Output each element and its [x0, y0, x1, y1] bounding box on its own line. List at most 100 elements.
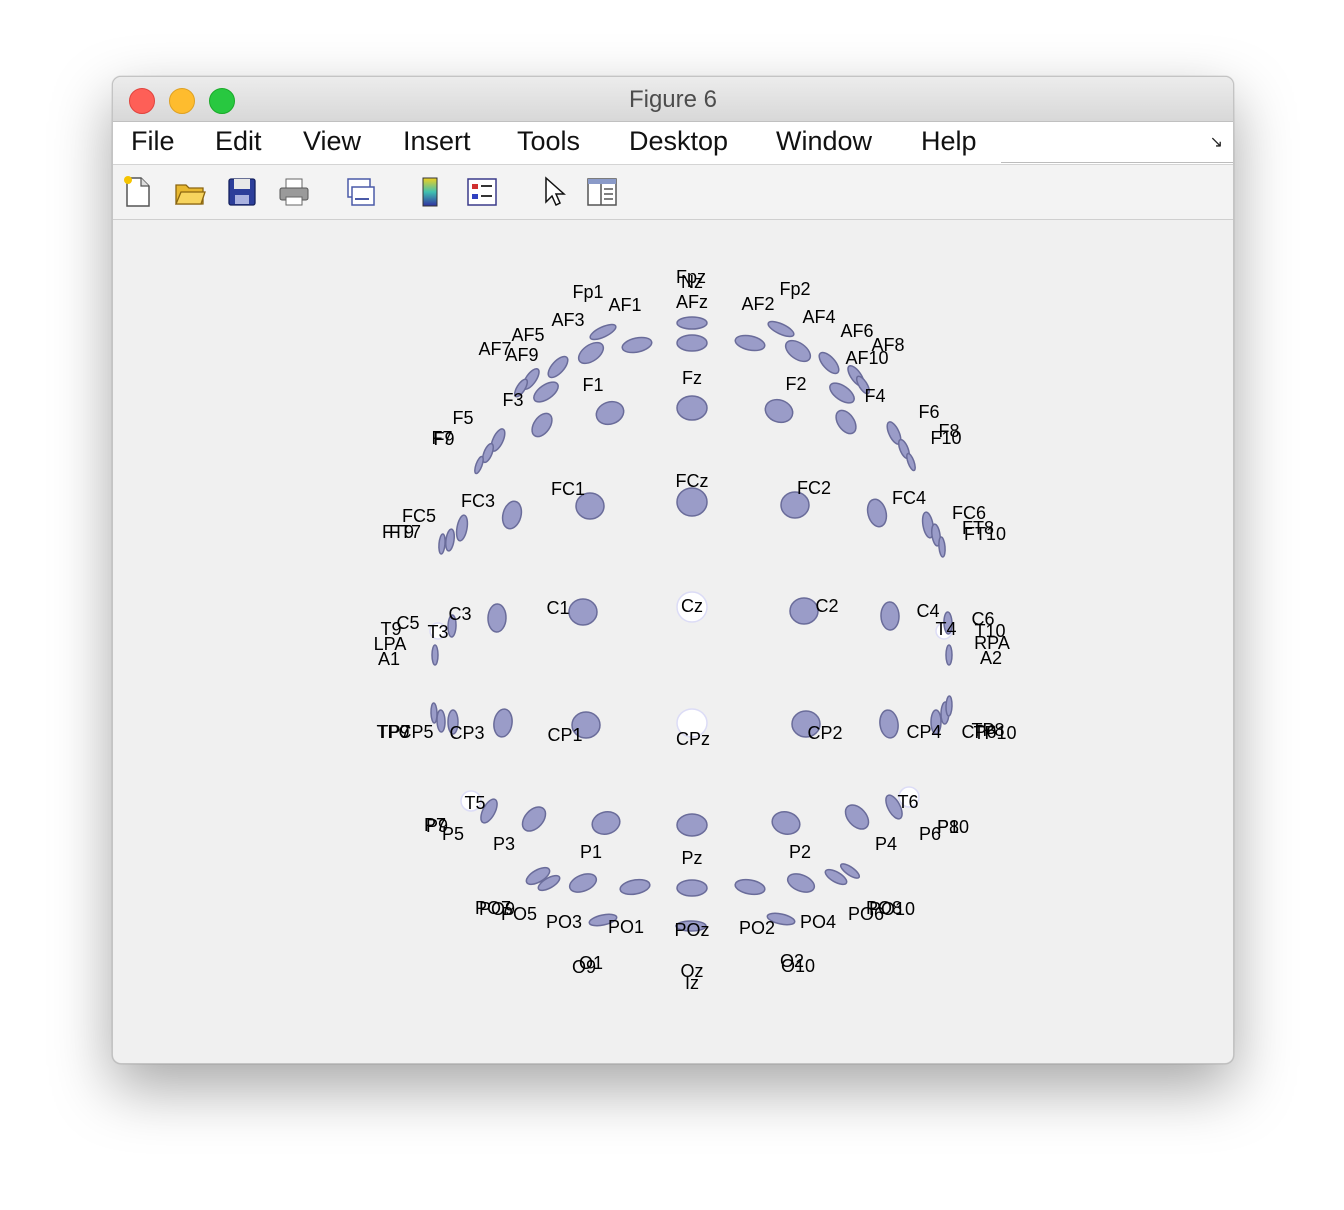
electrode-marker[interactable] [567, 870, 599, 895]
plot-area[interactable]: Fpz Nz AFz Fp1 AF1 AF2 Fp2 AF3 AF4 AF5 AF6 AF7 AF9 AF… [113, 220, 1233, 1063]
electrode-marker[interactable] [575, 338, 607, 367]
electrode-label-cp5: CP5 [398, 722, 433, 742]
electrode-marker[interactable] [841, 801, 873, 834]
electrode-label-af3: AF3 [551, 310, 584, 330]
menu-file[interactable]: File [131, 126, 175, 157]
electrode-marker[interactable] [734, 333, 766, 353]
electrode-label-c1: C1 [546, 598, 569, 618]
electrode-marker[interactable] [734, 878, 766, 897]
menu-insert[interactable]: Insert [403, 126, 471, 157]
electrode-label-f1: F1 [582, 375, 603, 395]
electrode-marker[interactable] [766, 319, 796, 340]
electrode-label-fc2: FC2 [797, 478, 831, 498]
menu-edit[interactable]: Edit [215, 126, 262, 157]
electrode-layout-plot[interactable]: FpzNzAFzFp1AF1 AF2Fp2AF3 AF4AF5 AF6AF7AF9 AF… [113, 220, 1233, 1063]
electrode-label-fc1: FC1 [551, 479, 585, 499]
electrode-label-nz: Nz [681, 272, 703, 292]
electrode-label-ft9: FT9 [382, 522, 414, 542]
link-plot-icon[interactable] [343, 175, 377, 209]
electrode-marker[interactable] [676, 813, 708, 837]
electrode-marker[interactable] [473, 455, 485, 475]
electrode-marker[interactable] [676, 334, 708, 352]
electrode-marker[interactable] [455, 514, 469, 542]
new-figure-icon[interactable] [121, 175, 155, 209]
electrode-label-fz: Fz [682, 368, 702, 388]
electrode-label-p1: P1 [580, 842, 602, 862]
electrode-label-p2: P2 [789, 842, 811, 862]
electrode-marker[interactable] [827, 379, 858, 407]
menu-bar: File Edit View Insert Tools Desktop Wind… [113, 122, 1233, 165]
electrode-label-cpz: CPz [676, 729, 710, 749]
electrode-label-af6: AF6 [840, 321, 873, 341]
electrode-marker[interactable] [568, 598, 598, 626]
electrode-marker[interactable] [865, 497, 890, 529]
electrode-label-ft10: FT10 [964, 524, 1006, 544]
electrode-label-iz: Iz [685, 973, 699, 993]
legend-icon[interactable] [465, 175, 499, 209]
electrode-marker[interactable] [445, 528, 456, 552]
electrode-label-f6: F6 [918, 402, 939, 422]
electrode-marker[interactable] [676, 395, 708, 421]
title-bar[interactable]: Figure 6 [113, 77, 1233, 122]
electrode-marker[interactable] [770, 809, 803, 837]
electrode-marker[interactable] [500, 499, 525, 531]
electrode-marker[interactable] [676, 879, 708, 897]
electrode-marker[interactable] [619, 878, 651, 897]
electrode-marker[interactable] [789, 597, 819, 625]
electrode-marker[interactable] [878, 709, 900, 739]
electrode-label-f5: F5 [452, 408, 473, 428]
electrode-marker[interactable] [492, 708, 514, 738]
menu-desktop[interactable]: Desktop [629, 126, 728, 157]
pointer-icon[interactable] [537, 175, 571, 209]
electrode-label-o10: O10 [781, 956, 815, 976]
electrode-marker[interactable] [593, 398, 627, 428]
electrode-marker[interactable] [487, 603, 507, 633]
electrode-marker[interactable] [762, 396, 796, 426]
electrode-label-af10: AF10 [845, 348, 888, 368]
electrode-marker[interactable] [438, 533, 446, 555]
electrode-marker[interactable] [785, 870, 817, 895]
electrode-label-po10: PO10 [869, 899, 915, 919]
property-inspector-icon[interactable] [585, 175, 619, 209]
figure-window: Figure 6 File Edit View Insert Tools Des… [112, 76, 1234, 1064]
colorbar-icon[interactable] [413, 175, 447, 209]
electrode-marker[interactable] [945, 644, 953, 666]
electrode-label-pz: Pz [681, 848, 702, 868]
electrode-marker[interactable] [676, 487, 708, 517]
print-icon[interactable] [277, 175, 311, 209]
electrode-label-p10: P10 [937, 817, 969, 837]
menu-tools[interactable]: Tools [517, 126, 580, 157]
electrode-label-afz: AFz [676, 292, 708, 312]
electrode-label-af9: AF9 [505, 345, 538, 365]
electrode-marker[interactable] [436, 709, 446, 733]
electrode-marker[interactable] [431, 644, 439, 666]
electrode-marker[interactable] [528, 410, 556, 440]
electrode-marker[interactable] [782, 336, 814, 365]
menu-view[interactable]: View [303, 126, 361, 157]
electrode-marker[interactable] [676, 316, 708, 330]
electrode-marker[interactable] [945, 695, 953, 717]
dock-arrow-icon[interactable]: ↘ [1210, 132, 1223, 152]
electrode-label-t4: T4 [935, 619, 956, 639]
electrode-marker[interactable] [588, 322, 618, 343]
electrode-label-f9: F9 [433, 429, 454, 449]
electrode-marker[interactable] [621, 335, 653, 355]
save-icon[interactable] [225, 175, 259, 209]
electrode-label-fc4: FC4 [892, 488, 926, 508]
electrode-label-fcz: FCz [676, 471, 709, 491]
window-title: Figure 6 [628, 86, 718, 113]
menu-window[interactable]: Window [776, 126, 872, 157]
electrode-label-t5: T5 [464, 793, 485, 813]
electrode-marker[interactable] [545, 353, 571, 380]
menu-help[interactable]: Help [921, 126, 977, 157]
electrode-marker[interactable] [816, 349, 842, 376]
electrode-marker[interactable] [518, 803, 550, 836]
electrode-label-po4: PO4 [800, 912, 836, 932]
electrode-marker[interactable] [832, 407, 860, 437]
electrode-label-cp2: CP2 [807, 723, 842, 743]
electrode-marker[interactable] [938, 536, 946, 558]
electrode-marker[interactable] [905, 452, 917, 472]
open-file-icon[interactable] [173, 175, 207, 209]
electrode-marker[interactable] [590, 809, 623, 837]
electrode-marker[interactable] [880, 601, 900, 631]
